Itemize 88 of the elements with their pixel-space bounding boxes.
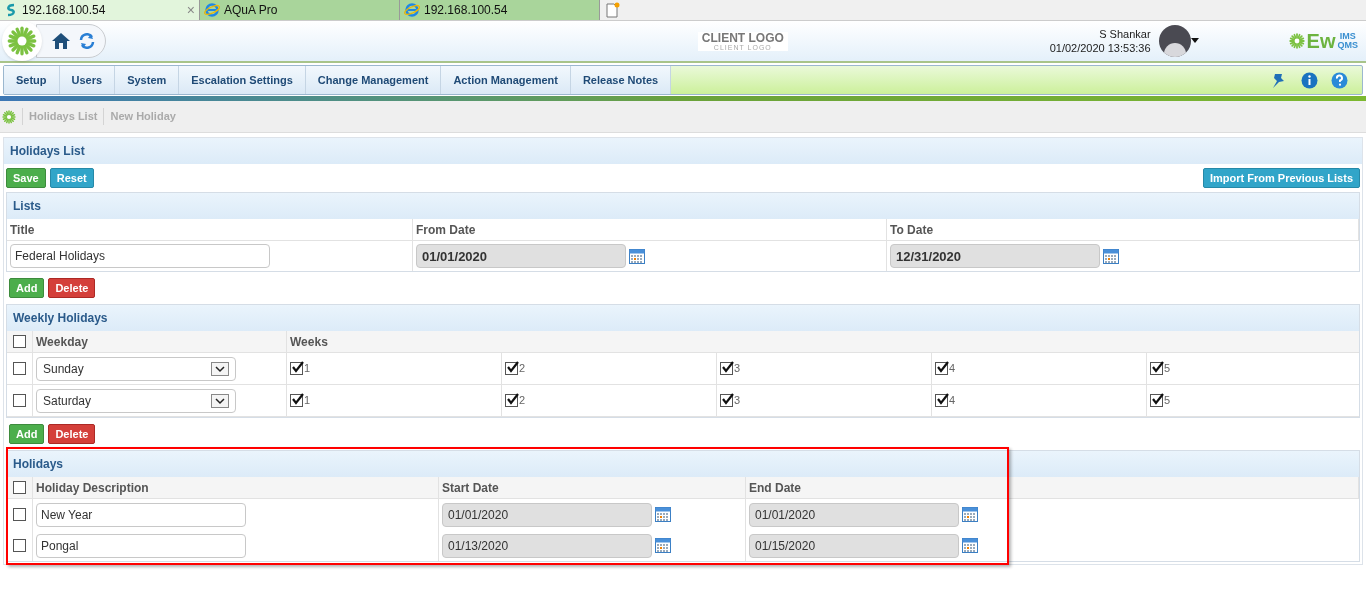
checkbox[interactable] [13,481,26,494]
calendar-icon[interactable] [962,538,978,553]
tab-title: 192.168.100.54 [424,2,509,19]
home-crumb-icon [2,109,16,124]
calendar-icon[interactable] [629,248,645,264]
nav-item[interactable]: Release Notes [570,66,672,94]
nav-item[interactable]: Setup [4,66,60,94]
checkbox[interactable] [935,394,948,407]
caret-icon[interactable] [1190,38,1199,44]
week-number: 3 [734,361,741,376]
date-field[interactable]: 01/13/2020 [442,533,652,558]
date-field[interactable]: 01/15/2020 [749,533,959,558]
date-field[interactable]: 01/01/2020 [416,244,626,268]
nav-item[interactable]: System [115,66,180,94]
column-header: From Date [413,219,887,241]
week-number: 4 [949,361,956,376]
nav-item[interactable]: Change Management [305,66,442,94]
calendar-icon[interactable] [1103,248,1119,264]
checkbox[interactable] [935,362,948,375]
calendar-icon[interactable] [655,538,671,553]
panel-title: Holidays List [10,143,85,160]
column-header: Weekday [33,331,287,353]
tab-title: 192.168.100.54 [22,2,107,19]
delete-button[interactable]: Delete [48,424,96,444]
client-logo-text: CLIENT LOGO [701,31,784,44]
nav-item[interactable]: Users [59,66,116,94]
panel-title: Weekly Holidays [13,310,108,327]
delete-button[interactable]: Delete [48,278,96,298]
refresh-icon[interactable] [79,33,95,49]
calendar-icon[interactable] [655,507,671,522]
info-icon[interactable] [1301,71,1318,89]
brand-superscript: IMS [1339,32,1356,41]
week-number: 1 [304,361,311,376]
panel-title: Lists [13,198,41,215]
weekday-dropdown[interactable]: Saturday [36,388,236,413]
column-header: End Date [746,477,1359,499]
checkbox[interactable] [13,335,26,348]
date-time: 01/02/2020 13:53:36 [1049,41,1151,55]
week-number: 2 [519,393,526,408]
checkbox[interactable] [13,508,26,521]
panel-title: Holidays [13,456,63,473]
brand-text: Ew [1306,31,1336,51]
title-field[interactable]: Federal Holidays [10,244,270,268]
date-field[interactable]: 12/31/2020 [890,244,1100,268]
week-number: 2 [519,361,526,376]
nav-item[interactable]: Action Management [441,66,571,94]
browser-icon [404,3,420,17]
date-field[interactable]: 01/01/2020 [442,502,652,527]
column-header: Start Date [439,477,746,499]
checkbox[interactable] [505,362,518,375]
weekday-dropdown[interactable]: Sunday [36,356,236,381]
user-avatar[interactable] [1158,25,1191,57]
description-field[interactable]: New Year [36,502,246,527]
browser-tab[interactable]: 192.168.100.54 × [0,0,200,20]
week-number: 4 [949,393,956,408]
checkbox[interactable] [290,362,303,375]
checkbox[interactable] [720,362,733,375]
calendar-icon[interactable] [962,507,978,522]
column-header: To Date [887,219,1359,241]
week-number: 3 [734,393,741,408]
browser-icon [204,3,220,17]
column-header: Title [7,219,413,241]
checkbox[interactable] [1150,362,1163,375]
column-header: Holiday Description [33,477,439,499]
user-name: S Shankar [1099,27,1151,41]
week-number: 1 [304,393,311,408]
brand-icon [1288,33,1305,49]
date-field[interactable]: 01/01/2020 [749,502,959,527]
checkbox[interactable] [13,362,26,375]
column-header: Weeks [287,331,1359,353]
site-icon [4,3,18,17]
help-icon[interactable] [1331,71,1348,89]
checkbox[interactable] [13,539,26,552]
nav-item[interactable]: Escalation Settings [179,66,306,94]
checkbox[interactable] [505,394,518,407]
description-field[interactable]: Pongal [36,533,246,558]
tab-title: AQuA Pro [224,2,279,19]
week-number: 5 [1164,361,1171,376]
brand-subscript: QMS [1337,41,1358,50]
checkbox[interactable] [290,394,303,407]
browser-tab[interactable]: AQuA Pro [200,0,400,20]
checkbox[interactable] [720,394,733,407]
checkbox[interactable] [13,394,26,407]
logo-icon [7,26,37,56]
home-icon[interactable] [51,31,71,51]
week-number: 5 [1164,393,1171,408]
browser-tab[interactable]: 192.168.100.54 [400,0,600,20]
checkbox[interactable] [1150,394,1163,407]
